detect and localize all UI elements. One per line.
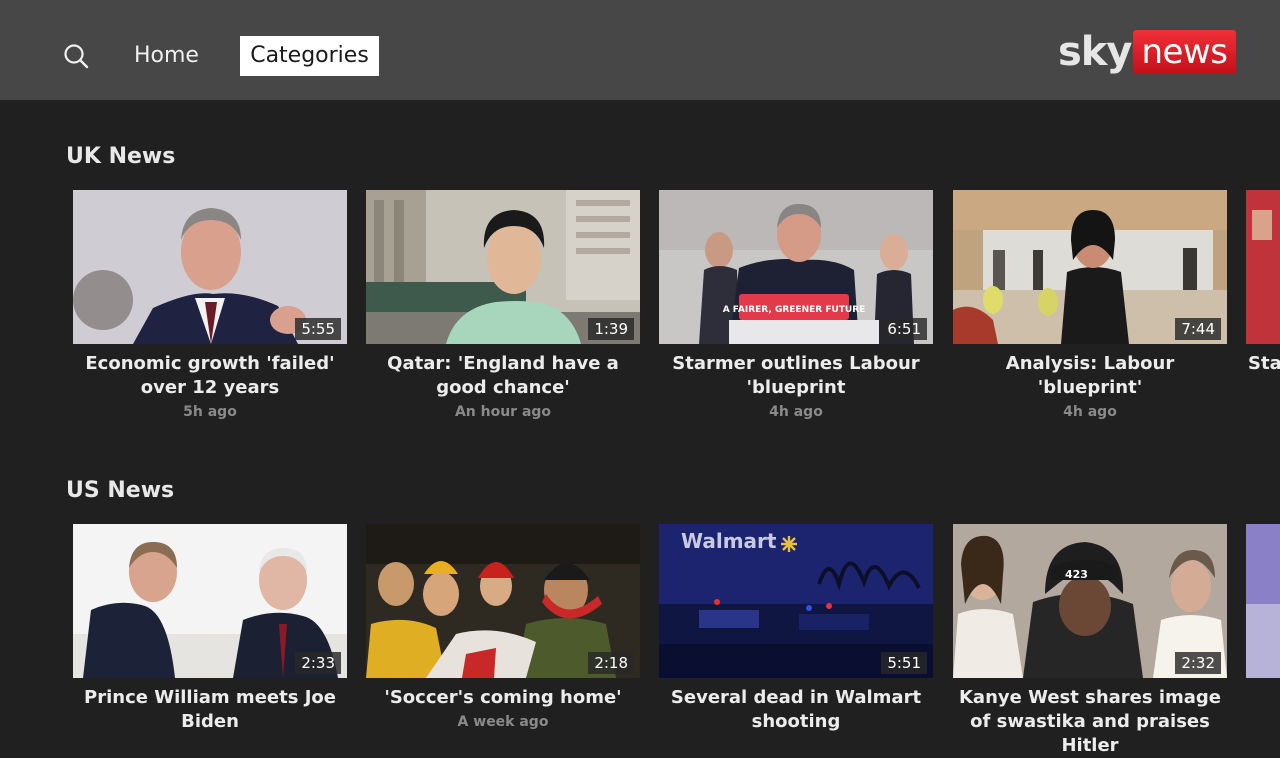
video-card[interactable]: 1:39 Qatar: 'England have a good chance'… — [366, 190, 640, 424]
video-thumbnail: 2:18 — [366, 524, 640, 678]
video-duration: 6:51 — [881, 318, 927, 340]
sky-news-logo: sky news — [1058, 28, 1237, 76]
video-title: Qatar: 'England have a good chance' — [387, 353, 619, 398]
logo-news-text: news — [1133, 30, 1237, 74]
section-title-us-news: US News — [66, 478, 175, 503]
video-duration: 2:18 — [588, 652, 634, 674]
video-thumbnail — [1246, 524, 1280, 678]
video-title: 'Soccer's coming home' — [384, 687, 622, 708]
video-title: Kanye West shares image of swastika and … — [958, 687, 1222, 756]
nav-home-tab[interactable]: Home — [126, 36, 207, 76]
video-title: Prince William meets Joe Biden — [84, 687, 336, 732]
video-title: Star — [1248, 353, 1280, 374]
video-timestamp: 5h ago — [183, 404, 237, 420]
video-thumbnail: A FAIRER, GREENER FUTURE 6:51 — [659, 190, 933, 344]
video-card[interactable]: 2:33 Prince William meets Joe Biden — [73, 524, 347, 734]
video-timestamp: An hour ago — [454, 404, 552, 420]
video-title: Economic growth 'failed' over 12 years — [85, 353, 335, 398]
video-duration: 5:55 — [295, 318, 341, 340]
video-thumbnail: 5:55 — [73, 190, 347, 344]
video-timestamp: 4h ago — [769, 404, 823, 420]
podium-slogan: A FAIRER, GREENER FUTURE — [723, 305, 866, 315]
video-card[interactable]: Star — [1246, 190, 1280, 376]
cap-text: 423 — [1065, 568, 1088, 581]
video-title: Several dead in Walmart shooting — [670, 687, 922, 732]
top-navigation-bar: Home Categories sky news — [0, 0, 1280, 100]
section-title-uk-news: UK News — [66, 144, 176, 169]
video-duration: 2:33 — [295, 652, 341, 674]
video-card[interactable]: 7:44 Analysis: Labour 'blueprint' 4h ago — [953, 190, 1227, 424]
video-duration: 5:51 — [881, 652, 927, 674]
video-card[interactable]: 423 2:32 Kanye West shares image of swas… — [953, 524, 1227, 758]
video-thumbnail: 423 2:32 — [953, 524, 1227, 678]
logo-sky-text: sky — [1058, 29, 1132, 75]
nav-categories-tab[interactable]: Categories — [240, 36, 379, 76]
video-card[interactable]: Walmart 5:51 Several dead in Walmart sho… — [659, 524, 933, 734]
video-thumbnail: Walmart 5:51 — [659, 524, 933, 678]
video-card[interactable]: 2:18 'Soccer's coming home' A week ago — [366, 524, 640, 734]
video-timestamp: 4h ago — [1063, 404, 1117, 420]
video-duration: 1:39 — [588, 318, 634, 340]
video-thumbnail: 7:44 — [953, 190, 1227, 344]
video-duration: 2:32 — [1175, 652, 1221, 674]
video-timestamp: A week ago — [457, 714, 549, 730]
search-button[interactable] — [58, 38, 94, 74]
video-title: Analysis: Labour 'blueprint' — [1005, 353, 1175, 398]
video-duration: 7:44 — [1175, 318, 1221, 340]
video-card[interactable] — [1246, 524, 1280, 678]
search-icon — [64, 44, 89, 69]
video-thumbnail: 1:39 — [366, 190, 640, 344]
video-card[interactable]: A FAIRER, GREENER FUTURE 6:51 Starmer ou… — [659, 190, 933, 424]
video-card[interactable]: 5:55 Economic growth 'failed' over 12 ye… — [73, 190, 347, 424]
video-thumbnail — [1246, 190, 1280, 344]
video-title: Starmer outlines Labour 'blueprint — [672, 353, 920, 398]
store-sign: Walmart — [681, 529, 777, 553]
video-thumbnail: 2:33 — [73, 524, 347, 678]
